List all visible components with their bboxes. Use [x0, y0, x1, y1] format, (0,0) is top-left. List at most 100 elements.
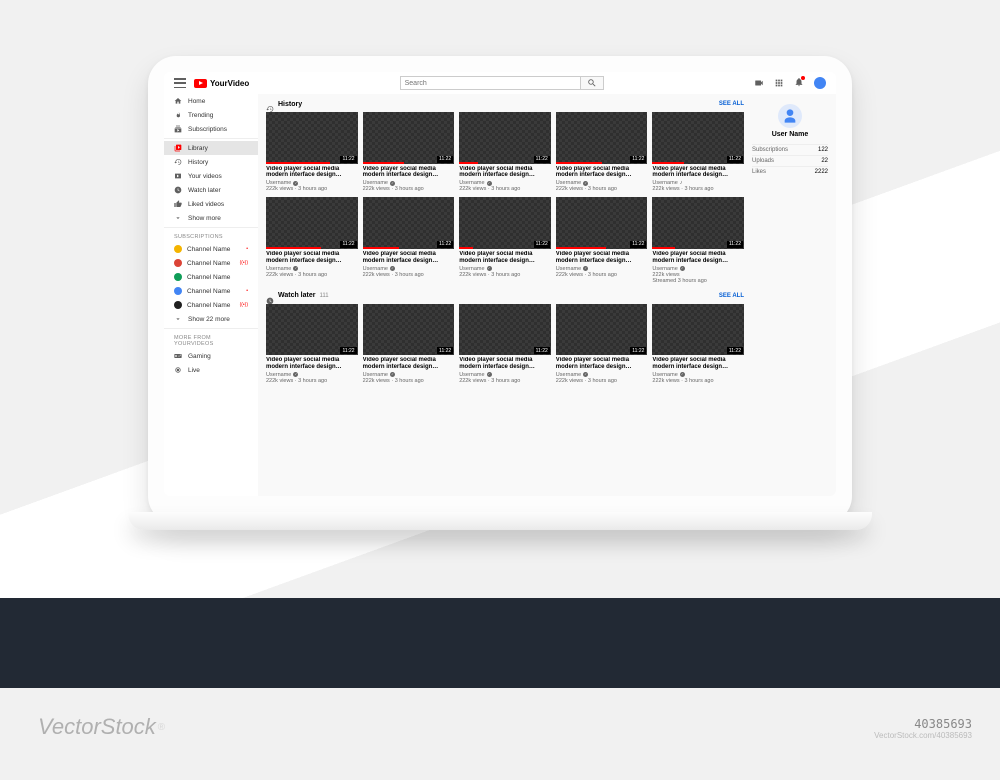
live-badge: • [246, 246, 248, 252]
progress-bar [363, 162, 404, 164]
app-body: Home Trending Subscriptions Library Hist… [164, 94, 836, 496]
video-card[interactable]: 11:22 Video player social media modern i… [363, 112, 455, 192]
search-icon [587, 78, 597, 88]
sidebar-subscription-item[interactable]: Channel Name • [164, 284, 258, 298]
video-title: Video player social media modern interfa… [459, 251, 551, 265]
video-thumbnail: 11:22 [266, 197, 358, 249]
create-video-icon[interactable] [754, 78, 764, 88]
video-grid-history: 11:22 Video player social media modern i… [266, 112, 744, 284]
video-card[interactable]: 11:22 Video player social media modern i… [459, 197, 551, 283]
video-duration: 11:22 [727, 156, 743, 163]
divider [164, 328, 258, 329]
nav-live[interactable]: Live [164, 363, 258, 377]
sidebar-subscription-item[interactable]: Channel Name [164, 270, 258, 284]
video-card[interactable]: 11:22 Video player social media modern i… [652, 197, 744, 283]
video-card[interactable]: 11:22 Video player social media modern i… [556, 112, 648, 192]
progress-bar [266, 162, 330, 164]
nav-label: Liked videos [188, 201, 224, 208]
nav-trending[interactable]: Trending [164, 108, 258, 122]
laptop-frame: YourVideo Home Trending [148, 56, 852, 524]
video-title: Video player social media modern interfa… [266, 166, 358, 180]
video-duration: 11:22 [437, 347, 453, 354]
nav-label: Show more [188, 215, 221, 222]
video-card[interactable]: 11:22 Video player social media modern i… [266, 197, 358, 283]
nav-history[interactable]: History [164, 155, 258, 169]
channel-name: Channel Name [187, 288, 230, 295]
video-card[interactable]: 11:22 Video player social media modern i… [459, 304, 551, 384]
video-meta: 222k views · 3 hours ago [652, 186, 744, 192]
video-card[interactable]: 11:22 Video player social media modern i… [652, 304, 744, 384]
nav-your-videos[interactable]: Your videos [164, 169, 258, 183]
video-thumbnail: 11:22 [556, 304, 648, 356]
nav-subscriptions[interactable]: Subscriptions [164, 122, 258, 136]
nav-watch-later[interactable]: Watch later [164, 183, 258, 197]
video-duration: 11:22 [534, 347, 550, 354]
search-box [400, 76, 604, 90]
verified-icon [487, 181, 492, 186]
footer-strip [0, 598, 1000, 688]
video-card[interactable]: 11:22 Video player social media modern i… [363, 304, 455, 384]
video-meta: 222k views · 3 hours ago [652, 378, 744, 384]
video-meta: 222k views · 3 hours ago [556, 378, 648, 384]
nav-show-more[interactable]: Show more [164, 211, 258, 225]
video-duration: 11:22 [437, 241, 453, 248]
video-duration: 11:22 [437, 156, 453, 163]
see-all-link[interactable]: SEE ALL [719, 101, 744, 107]
search-input[interactable] [400, 76, 580, 90]
history-icon [266, 100, 274, 108]
verified-icon [390, 372, 395, 377]
video-thumbnail: 11:22 [556, 197, 648, 249]
nav-library[interactable]: Library [164, 141, 258, 155]
nav-home[interactable]: Home [164, 94, 258, 108]
notifications-icon[interactable] [794, 77, 804, 89]
nav-show-more-subs[interactable]: Show 22 more [164, 312, 258, 326]
video-card[interactable]: 11:22 Video player social media modern i… [556, 197, 648, 283]
video-title: Video player social media modern interfa… [266, 251, 358, 265]
video-card[interactable]: 11:22 Video player social media modern i… [266, 304, 358, 384]
video-title: Video player social media modern interfa… [556, 357, 648, 371]
brand-name: YourVideo [210, 79, 249, 88]
video-duration: 11:22 [727, 347, 743, 354]
progress-bar [556, 247, 606, 249]
video-grid-watchlater: 11:22 Video player social media modern i… [266, 304, 744, 384]
video-card[interactable]: 11:22 Video player social media modern i… [459, 112, 551, 192]
profile-avatar-icon[interactable] [778, 104, 802, 128]
stat-value: 122 [818, 147, 828, 153]
sidebar-subscription-item[interactable]: Channel Name((•)) [164, 256, 258, 270]
user-avatar[interactable] [814, 77, 826, 89]
video-card[interactable]: 11:22 Video player social media modern i… [363, 197, 455, 283]
video-duration: 11:22 [630, 156, 646, 163]
profile-stat-row: Subscriptions 122 [752, 144, 828, 155]
sidebar-subscription-item[interactable]: Channel Name• [164, 242, 258, 256]
video-card[interactable]: 11:22 Video player social media modern i… [652, 112, 744, 192]
stat-label: Subscriptions [752, 147, 788, 153]
nav-liked[interactable]: Liked videos [164, 197, 258, 211]
see-all-link[interactable]: SEE ALL [719, 293, 744, 299]
video-card[interactable]: 11:22 Video player social media modern i… [266, 112, 358, 192]
profile-stat-row: Likes2222 [752, 166, 828, 177]
apps-icon[interactable] [774, 78, 784, 88]
menu-icon[interactable] [174, 78, 186, 88]
watermark-serial: 40385693 VectorStock.com/40385693 [874, 717, 972, 740]
brand-logo[interactable]: YourVideo [194, 79, 249, 88]
video-title: Video player social media modern interfa… [363, 166, 455, 180]
verified-icon [487, 372, 492, 377]
progress-bar [652, 162, 684, 164]
progress-bar [652, 247, 675, 249]
verified-icon [390, 181, 395, 186]
channel-avatar-icon [174, 287, 182, 295]
video-thumbnail: 11:22 [363, 197, 455, 249]
progress-bar [459, 247, 473, 249]
nav-gaming[interactable]: Gaming [164, 349, 258, 363]
watermark: VectorStock® [38, 714, 165, 740]
live-badge: • [246, 288, 248, 294]
nav-label: Live [188, 367, 200, 374]
divider [164, 138, 258, 139]
verified-icon [583, 181, 588, 186]
search-button[interactable] [580, 76, 604, 90]
sidebar-subscription-item[interactable]: Channel Name((•)) [164, 298, 258, 312]
channel-avatar-icon [174, 259, 182, 267]
video-card[interactable]: 11:22 Video player social media modern i… [556, 304, 648, 384]
video-thumbnail: 11:22 [363, 304, 455, 356]
video-thumbnail: 11:22 [266, 304, 358, 356]
